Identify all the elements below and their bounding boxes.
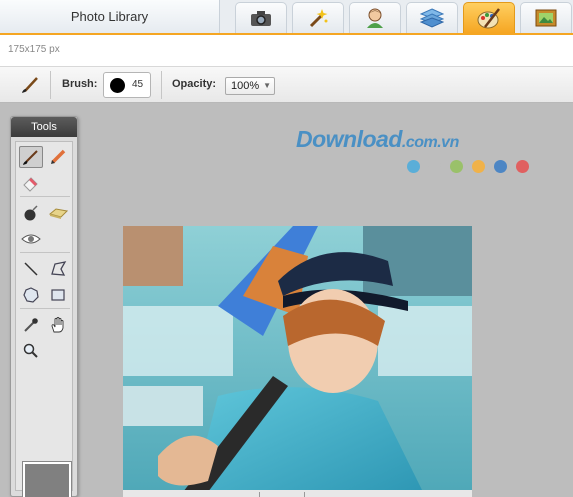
zoom-tool[interactable]: [19, 340, 43, 362]
brush-size-picker[interactable]: 45: [103, 72, 151, 98]
canvas-bottom-edge: [123, 490, 472, 497]
resize-handle[interactable]: [259, 492, 305, 497]
eraser-icon: [23, 177, 38, 192]
photo-library-tab[interactable]: Photo Library: [0, 0, 220, 33]
watermark-dot: [472, 160, 485, 173]
tools-panel: Tools: [10, 116, 78, 497]
line-tool[interactable]: [19, 258, 43, 280]
camera-icon: [251, 11, 271, 26]
toolbar-divider: [50, 71, 51, 99]
toolbar-divider: [161, 71, 162, 99]
red-eye-tool[interactable]: [19, 228, 43, 250]
image-size-label: 175x175 px: [8, 44, 60, 55]
watermark-dot: [516, 160, 529, 173]
watermark-dot: [428, 160, 441, 173]
opacity-dropdown[interactable]: 100% ▼: [225, 77, 275, 95]
picture-frame-icon: [535, 9, 557, 27]
watermark-dot: [407, 160, 420, 173]
eyedropper-icon: [24, 318, 38, 332]
download-watermark-logo: Download.com.vn: [296, 126, 459, 153]
faces-tab[interactable]: [349, 2, 401, 33]
line-icon: [24, 262, 38, 276]
watermark-brand: Download: [296, 126, 402, 152]
brush-preview-dot: [110, 78, 125, 93]
paint-tools-icon: [477, 8, 500, 29]
bomb-icon: [24, 205, 38, 221]
camera-tab[interactable]: [235, 2, 287, 33]
brush-icon: [22, 77, 38, 93]
tools-divider: [20, 252, 70, 253]
effects-tab[interactable]: [292, 2, 344, 33]
tools-divider: [20, 196, 70, 197]
magic-wand-icon: [309, 9, 328, 28]
brush-size-value: 45: [132, 79, 144, 90]
top-tab-bar: Photo Library: [0, 0, 573, 35]
opacity-label: Opacity:: [172, 78, 217, 90]
info-bar: 175x175 px: [0, 35, 573, 67]
rectangle-icon: [51, 289, 65, 301]
polygon-tool[interactable]: [46, 258, 70, 280]
eye-icon: [21, 234, 41, 244]
sponge-tool[interactable]: [46, 202, 70, 224]
brush-tool[interactable]: [19, 146, 43, 168]
opacity-value: 100%: [231, 80, 260, 92]
watermark-domain: .com.vn: [401, 134, 459, 151]
chevron-down-icon: ▼: [263, 81, 271, 90]
portrait-photo-image: [123, 226, 472, 492]
polygon-lasso-icon: [51, 261, 67, 276]
layers-icon: [420, 8, 444, 28]
rectangle-tool[interactable]: [46, 284, 70, 306]
person-icon: [367, 8, 383, 28]
photo-library-label: Photo Library: [70, 9, 149, 24]
tools-grid: [15, 141, 73, 497]
eraser-tool[interactable]: [19, 172, 43, 194]
tools-divider: [20, 308, 70, 309]
brush-label: Brush:: [62, 78, 98, 90]
burn-tool[interactable]: [19, 202, 43, 224]
tools-panel-title: Tools: [11, 117, 77, 137]
pencil-tool[interactable]: [46, 146, 70, 168]
brush-toolbar: Brush: 45 Opacity: 100% ▼: [0, 67, 573, 103]
watermark-dot: [450, 160, 463, 173]
eyedropper-tool[interactable]: [19, 314, 43, 336]
watermark-dot: [494, 160, 507, 173]
sponge-icon: [48, 208, 68, 219]
hand-tool[interactable]: [46, 314, 70, 336]
color-swatch[interactable]: [22, 461, 72, 497]
frames-tab[interactable]: [520, 2, 572, 33]
hand-icon: [51, 317, 64, 333]
layers-tab[interactable]: [406, 2, 458, 33]
blob-shape-icon: [23, 287, 39, 303]
magnifier-icon: [23, 343, 38, 358]
brush-icon: [23, 150, 38, 165]
pencil-icon: [51, 149, 66, 164]
paint-tab[interactable]: [463, 2, 515, 33]
canvas-photo[interactable]: [123, 226, 472, 492]
ellipse-tool[interactable]: [19, 284, 43, 306]
